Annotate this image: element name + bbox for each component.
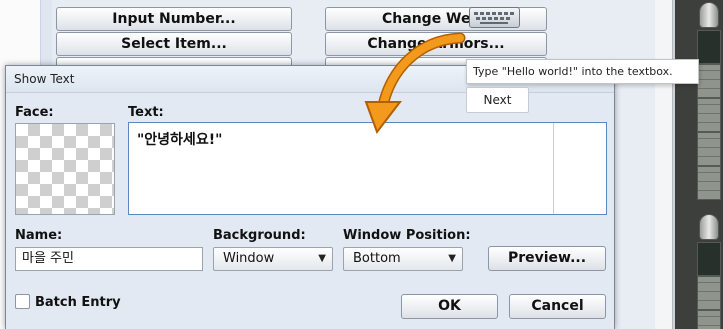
chevron-down-icon: ▼	[448, 253, 456, 264]
face-label: Face:	[15, 105, 54, 120]
textbox-preview-separator	[553, 123, 554, 214]
map-tile	[697, 276, 721, 310]
tutorial-arrow-icon	[364, 32, 466, 135]
text-label: Text:	[128, 105, 164, 120]
map-tile	[697, 64, 721, 98]
tutorial-tooltip: Type "Hello world!" into the textbox.	[466, 59, 699, 84]
preview-button[interactable]: Preview...	[488, 246, 606, 271]
map-editor-strip	[655, 0, 723, 329]
pillar-tile	[699, 214, 719, 240]
dialog-title: Show Text	[14, 72, 75, 86]
tutorial-next-button[interactable]: Next	[466, 87, 529, 113]
pillar-tile	[699, 2, 719, 28]
map-tile	[697, 30, 721, 64]
keyboard-icon	[469, 7, 520, 28]
map-tile	[697, 166, 721, 200]
window-position-selected-value: Bottom	[353, 251, 401, 266]
window-position-dropdown[interactable]: Bottom ▼	[343, 247, 463, 271]
batch-entry-checkbox[interactable]	[15, 294, 30, 309]
background-label: Background:	[213, 228, 306, 243]
map-tile-column	[675, 0, 723, 329]
map-tile	[697, 310, 721, 329]
name-label: Name:	[15, 228, 63, 243]
window-position-label: Window Position:	[343, 228, 471, 243]
select-item-button[interactable]: Select Item...	[56, 32, 292, 56]
chevron-down-icon: ▼	[318, 253, 326, 264]
message-text: "안녕하세요!"	[137, 132, 223, 148]
batch-entry-label: Batch Entry	[35, 295, 121, 310]
map-panel-divider	[655, 0, 673, 329]
map-tile	[697, 242, 721, 276]
face-image-selector[interactable]	[15, 123, 115, 215]
input-number-button[interactable]: Input Number...	[56, 7, 292, 31]
name-input[interactable]: 마을 주민	[15, 247, 203, 271]
map-tile	[697, 132, 721, 166]
background-dropdown[interactable]: Window ▼	[213, 247, 333, 271]
background-selected-value: Window	[223, 251, 275, 266]
map-tile	[697, 98, 721, 132]
ok-button[interactable]: OK	[401, 294, 498, 319]
cancel-button[interactable]: Cancel	[509, 294, 606, 319]
